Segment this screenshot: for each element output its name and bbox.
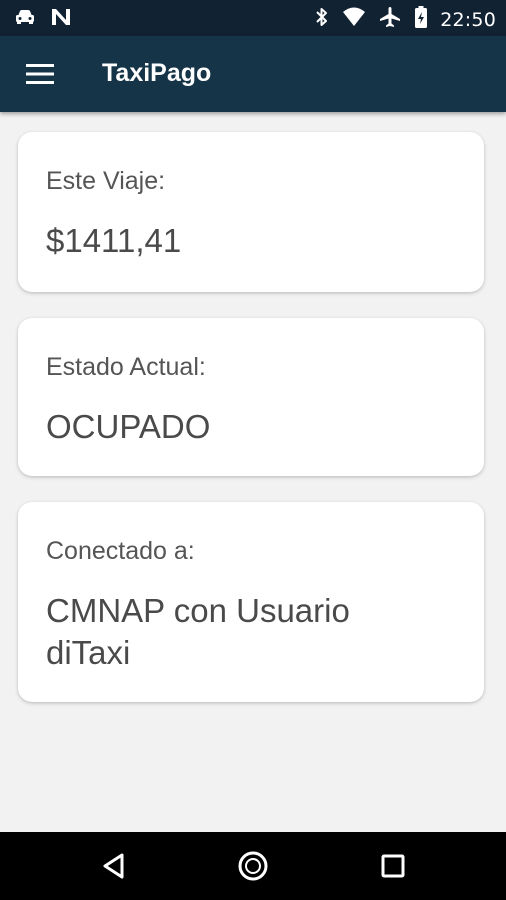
trip-label: Este Viaje: [46, 167, 166, 195]
state-value: OCUPADO [46, 408, 211, 445]
home-button[interactable] [233, 846, 273, 886]
wifi-icon [342, 6, 366, 33]
home-icon [233, 851, 273, 890]
n-logo-icon [50, 7, 72, 32]
state-card: Estado Actual: OCUPADO [18, 318, 484, 476]
connection-value: CMNAP con Usuario diTaxi [46, 592, 350, 671]
recents-icon [373, 854, 413, 890]
menu-button[interactable] [18, 56, 62, 92]
bluetooth-icon [314, 5, 330, 34]
connection-label: Conectado a: [46, 537, 195, 565]
recents-button[interactable] [373, 846, 413, 886]
app-title: TaxiPago [102, 59, 212, 87]
back-button[interactable] [94, 846, 134, 886]
status-right-icons: 22:50 [314, 5, 496, 34]
battery-charging-icon [414, 5, 428, 34]
airplane-mode-icon [378, 5, 402, 34]
back-icon [94, 853, 134, 890]
trip-card: Este Viaje: $1411,41 [18, 132, 484, 292]
trip-amount: $1411,41 [46, 222, 182, 259]
connection-card: Conectado a: CMNAP con Usuario diTaxi [18, 502, 484, 702]
status-time: 22:50 [440, 8, 496, 31]
navigation-bar [0, 832, 506, 900]
status-bar: 22:50 [0, 0, 506, 36]
status-left-icons [14, 7, 72, 32]
taxi-icon [14, 7, 36, 32]
app-bar: TaxiPago [0, 36, 506, 112]
state-label: Estado Actual: [46, 353, 206, 381]
